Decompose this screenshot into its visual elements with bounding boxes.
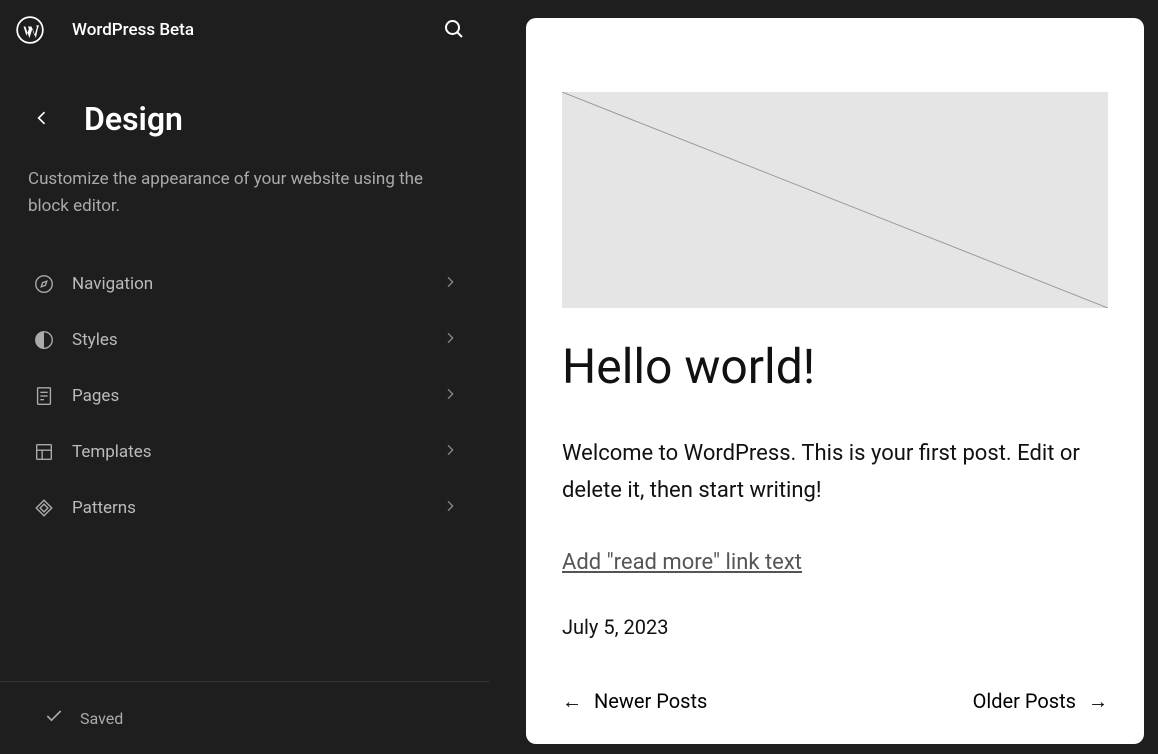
topbar: WordPress Beta: [0, 0, 490, 60]
post-date[interactable]: July 5, 2023: [562, 615, 1108, 639]
site-preview[interactable]: Hello world! Welcome to WordPress. This …: [526, 18, 1144, 744]
newer-posts-label: Newer Posts: [594, 689, 707, 713]
chevron-right-icon: [442, 330, 458, 350]
sidebar-item-navigation[interactable]: Navigation: [14, 256, 476, 312]
save-status: Saved: [80, 709, 123, 728]
older-posts-label: Older Posts: [973, 689, 1076, 713]
menu-label: Patterns: [72, 498, 442, 518]
chevron-left-icon: [32, 116, 52, 131]
post-title[interactable]: Hello world!: [562, 338, 1108, 395]
panel-header: Design: [0, 60, 490, 138]
menu-label: Templates: [72, 442, 442, 462]
newer-posts-link[interactable]: ← Newer Posts: [562, 689, 707, 714]
search-button[interactable]: [434, 10, 474, 50]
page-icon: [32, 384, 56, 408]
panel-title: Design: [84, 100, 183, 138]
sidebar-menu: Navigation Styles Pages: [0, 256, 490, 536]
panel-description: Customize the appearance of your website…: [0, 138, 490, 256]
sidebar-item-styles[interactable]: Styles: [14, 312, 476, 368]
post-excerpt[interactable]: Welcome to WordPress. This is your first…: [562, 435, 1108, 510]
pagination: ← Newer Posts Older Posts →: [562, 689, 1108, 714]
back-button[interactable]: [28, 104, 56, 135]
sidebar: WordPress Beta Design Customize the appe…: [0, 0, 490, 754]
compass-icon: [32, 272, 56, 296]
diamond-icon: [32, 496, 56, 520]
chevron-right-icon: [442, 442, 458, 462]
chevron-right-icon: [442, 386, 458, 406]
older-posts-link[interactable]: Older Posts →: [973, 689, 1108, 714]
sidebar-item-pages[interactable]: Pages: [14, 368, 476, 424]
check-icon: [44, 706, 64, 730]
menu-label: Pages: [72, 386, 442, 406]
wordpress-logo-icon[interactable]: [16, 16, 44, 44]
sidebar-item-patterns[interactable]: Patterns: [14, 480, 476, 536]
menu-label: Styles: [72, 330, 442, 350]
layout-icon: [32, 440, 56, 464]
arrow-right-icon: →: [1088, 689, 1108, 714]
half-circle-icon: [32, 328, 56, 352]
sidebar-item-templates[interactable]: Templates: [14, 424, 476, 480]
chevron-right-icon: [442, 498, 458, 518]
sidebar-footer: Saved: [0, 681, 490, 754]
menu-label: Navigation: [72, 274, 442, 294]
site-name[interactable]: WordPress Beta: [72, 20, 406, 40]
chevron-right-icon: [442, 274, 458, 294]
preview-pane: Hello world! Welcome to WordPress. This …: [490, 0, 1158, 754]
read-more-link[interactable]: Add "read more" link text: [562, 550, 802, 575]
arrow-left-icon: ←: [562, 689, 582, 714]
search-icon: [442, 17, 466, 44]
featured-image-placeholder[interactable]: [562, 92, 1108, 308]
